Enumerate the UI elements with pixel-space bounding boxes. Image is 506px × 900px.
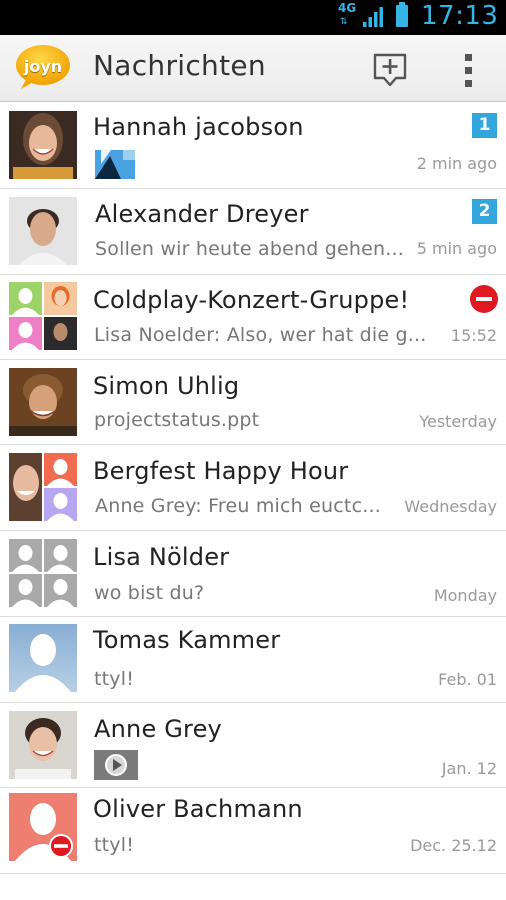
conversation-row[interactable]: Hannah jacobson 2 min ago 1 — [0, 103, 506, 189]
compose-message-icon[interactable] — [372, 52, 408, 88]
conversation-row[interactable]: Tomas Kammer ttyl! Feb. 01 — [0, 617, 506, 703]
conversation-row[interactable]: Oliver Bachmann ttyl! Dec. 25.12 — [0, 788, 506, 874]
conversation-row[interactable]: Lisa Nölder wo bist du? Monday — [0, 531, 506, 617]
timestamp: Wednesday — [404, 497, 497, 516]
action-bar: joyn Nachrichten — [0, 35, 506, 102]
clock: 17:13 — [421, 1, 499, 31]
network-type-indicator: 4G — [338, 1, 357, 15]
timestamp: Jan. 12 — [441, 759, 497, 778]
joyn-logo[interactable]: joyn — [15, 44, 71, 90]
unread-count-badge: 2 — [472, 199, 497, 224]
contact-avatar — [9, 624, 77, 692]
status-bar: 4G ⇅ 17:13 — [0, 0, 506, 35]
timestamp: 2 min ago — [416, 154, 497, 173]
signal-strength-icon — [363, 7, 383, 27]
group-name: Bergfest Happy Hour — [93, 457, 349, 485]
page-title: Nachrichten — [93, 49, 266, 82]
group-avatar — [9, 282, 77, 350]
contact-name: Simon Uhlig — [93, 372, 240, 400]
contact-avatar — [9, 197, 77, 265]
timestamp: 15:52 — [450, 326, 497, 345]
timestamp: 5 min ago — [416, 239, 497, 258]
contact-name: Alexander Dreyer — [95, 200, 309, 228]
group-name: Coldplay-Konzert-Gruppe! — [93, 286, 410, 314]
blocked-icon — [470, 285, 498, 313]
overflow-menu-icon[interactable] — [456, 50, 482, 90]
message-snippet: ttyl! — [94, 668, 135, 690]
data-activity-icon: ⇅ — [340, 17, 348, 27]
message-snippet: ttyl! — [94, 834, 135, 856]
contact-name: Tomas Kammer — [93, 626, 281, 654]
contact-name: Lisa Nölder — [93, 543, 230, 571]
conversation-row[interactable]: Bergfest Happy Hour Anne Grey: Freu mich… — [0, 445, 506, 531]
image-thumbnail-icon[interactable] — [95, 150, 135, 179]
contact-name: Hannah jacobson — [93, 113, 304, 141]
message-snippet: projectstatus.ppt — [94, 409, 260, 431]
message-snippet: Anne Grey: Freu mich euctc... — [95, 495, 381, 517]
video-thumbnail-icon[interactable] — [94, 750, 138, 780]
contact-avatar — [9, 368, 77, 436]
unread-count-badge: 1 — [472, 113, 497, 138]
battery-icon — [396, 2, 408, 27]
conversation-row[interactable]: Anne Grey Jan. 12 — [0, 703, 506, 788]
conversation-row[interactable]: Coldplay-Konzert-Gruppe! Lisa Noelder: A… — [0, 275, 506, 360]
message-snippet: Lisa Noelder: Also, wer hat die g... — [94, 324, 427, 346]
logo-text: joyn — [23, 56, 63, 76]
group-avatar — [9, 539, 77, 607]
timestamp: Monday — [433, 586, 497, 605]
group-avatar — [9, 453, 77, 521]
contact-avatar — [9, 111, 77, 179]
conversation-row[interactable]: Alexander Dreyer Sollen wir heute abend … — [0, 189, 506, 275]
timestamp: Feb. 01 — [438, 670, 497, 689]
message-snippet: wo bist du? — [94, 582, 205, 604]
message-snippet: Sollen wir heute abend gehen... — [95, 238, 405, 260]
contact-avatar — [9, 793, 77, 861]
contact-avatar — [9, 711, 77, 779]
timestamp: Dec. 25.12 — [410, 836, 497, 855]
contact-name: Oliver Bachmann — [93, 795, 303, 823]
contact-name: Anne Grey — [94, 715, 222, 743]
timestamp: Yesterday — [419, 412, 497, 431]
conversation-row[interactable]: Simon Uhlig projectstatus.ppt Yesterday — [0, 360, 506, 445]
